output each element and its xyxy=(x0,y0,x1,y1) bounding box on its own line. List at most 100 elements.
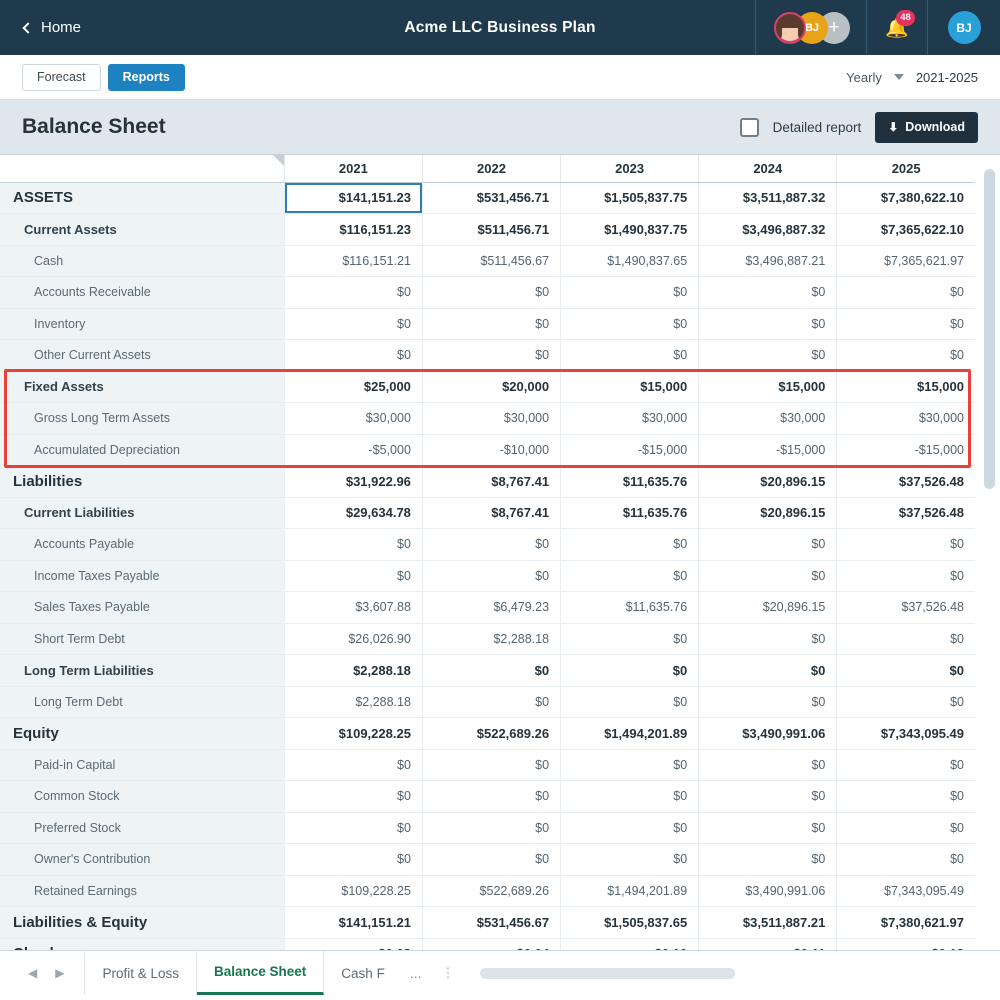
table-cell[interactable]: $30,000 xyxy=(836,402,975,435)
table-cell[interactable]: $29,634.78 xyxy=(283,497,423,529)
row-label[interactable]: Other Current Assets xyxy=(0,339,285,372)
row-label[interactable]: Paid-in Capital xyxy=(0,749,285,781)
table-cell[interactable]: $116,151.23 xyxy=(283,213,423,246)
table-cell[interactable]: $0 xyxy=(698,843,837,876)
table-cell[interactable]: $0 xyxy=(560,654,699,687)
table-cell[interactable]: -$15,000 xyxy=(698,434,837,466)
table-cell[interactable]: $0 xyxy=(836,308,975,340)
table-cell[interactable]: $0 xyxy=(421,749,561,781)
table-cell[interactable]: $7,343,095.49 xyxy=(836,875,975,907)
column-header-2021[interactable]: 2021 xyxy=(283,155,423,183)
table-cell[interactable]: $7,380,621.97 xyxy=(836,906,975,939)
horizontal-scrollbar-thumb[interactable] xyxy=(480,967,736,979)
table-cell[interactable]: $37,526.48 xyxy=(836,465,975,498)
caret-left-icon[interactable]: ◀ xyxy=(28,966,37,980)
row-label[interactable]: Cash xyxy=(0,245,285,277)
table-cell[interactable]: $20,896.15 xyxy=(698,465,837,498)
table-cell[interactable]: $25,000 xyxy=(283,371,423,403)
row-label[interactable]: Liabilities xyxy=(0,465,285,498)
detailed-report-label[interactable]: Detailed report xyxy=(773,120,862,135)
date-range-label[interactable]: 2021-2025 xyxy=(916,70,978,85)
table-cell[interactable]: $0 xyxy=(283,339,423,372)
sheet-tab-profit-loss[interactable]: Profit & Loss xyxy=(85,951,197,995)
row-label[interactable]: Preferred Stock xyxy=(0,812,285,844)
table-cell[interactable]: $0 xyxy=(421,654,561,687)
table-cell[interactable]: $0 xyxy=(560,528,699,561)
table-cell[interactable]: $0 xyxy=(836,339,975,372)
period-granularity-select[interactable]: Yearly xyxy=(846,70,904,85)
table-cell[interactable]: $20,896.15 xyxy=(698,591,837,624)
table-cell[interactable]: $3,511,887.32 xyxy=(698,182,837,214)
row-label[interactable]: Accounts Payable xyxy=(0,528,285,561)
table-cell[interactable]: $0 xyxy=(560,276,699,309)
table-cell[interactable]: $11,635.76 xyxy=(560,465,699,498)
table-cell[interactable]: $109,228.25 xyxy=(283,875,423,907)
column-header-2023[interactable]: 2023 xyxy=(560,155,699,183)
selected-cell[interactable]: $141,151.23 xyxy=(283,182,423,214)
table-cell[interactable]: $0.11 xyxy=(698,938,837,950)
table-cell[interactable]: $3,607.88 xyxy=(283,591,423,624)
table-cell[interactable]: $20,896.15 xyxy=(698,497,837,529)
table-cell[interactable]: $0 xyxy=(698,654,837,687)
sheet-tab-balance-sheet[interactable]: Balance Sheet xyxy=(197,951,325,995)
table-cell[interactable]: $37,526.48 xyxy=(836,591,975,624)
table-cell[interactable]: $0 xyxy=(698,749,837,781)
table-cell[interactable]: $0 xyxy=(698,686,837,718)
row-label[interactable]: ASSETS xyxy=(0,182,285,214)
table-cell[interactable]: -$15,000 xyxy=(560,434,699,466)
table-cell[interactable]: $0 xyxy=(698,308,837,340)
table-cell[interactable]: $30,000 xyxy=(698,402,837,435)
row-label[interactable]: Sales Taxes Payable xyxy=(0,591,285,624)
detailed-report-checkbox[interactable] xyxy=(739,117,759,137)
table-cell[interactable]: $0 xyxy=(283,308,423,340)
table-cell[interactable]: $11,635.76 xyxy=(560,497,699,529)
table-cell[interactable]: $0 xyxy=(836,560,975,592)
table-cell[interactable]: $7,343,095.49 xyxy=(836,717,975,750)
table-cell[interactable]: $3,496,887.21 xyxy=(698,245,837,277)
reports-tab[interactable]: Reports xyxy=(107,63,185,91)
table-cell[interactable]: $0 xyxy=(698,780,837,813)
table-cell[interactable]: $0.02 xyxy=(283,938,423,950)
table-cell[interactable]: $0 xyxy=(698,276,837,309)
table-cell[interactable]: $0 xyxy=(421,308,561,340)
table-cell[interactable]: $0 xyxy=(836,780,975,813)
row-label[interactable]: Income Taxes Payable xyxy=(0,560,285,592)
table-cell[interactable]: $0 xyxy=(698,560,837,592)
table-cell[interactable]: $0 xyxy=(560,339,699,372)
column-header-2025[interactable]: 2025 xyxy=(836,155,975,183)
column-header-2024[interactable]: 2024 xyxy=(698,155,837,183)
table-cell[interactable]: $0 xyxy=(421,686,561,718)
table-cell[interactable]: $2,288.18 xyxy=(283,686,423,718)
table-cell[interactable]: $531,456.67 xyxy=(421,906,561,939)
table-cell[interactable]: $0 xyxy=(283,780,423,813)
table-cell[interactable]: $7,365,622.10 xyxy=(836,213,975,246)
table-cell[interactable]: $0.13 xyxy=(836,938,975,950)
table-cell[interactable]: $30,000 xyxy=(283,402,423,435)
row-label[interactable]: Owner's Contribution xyxy=(0,843,285,876)
row-label[interactable]: Liabilities & Equity xyxy=(0,906,285,939)
row-label[interactable]: Check xyxy=(0,938,285,950)
row-label[interactable]: Inventory xyxy=(0,308,285,340)
forecast-tab[interactable]: Forecast xyxy=(22,63,101,91)
table-corner-cell[interactable] xyxy=(0,155,285,183)
table-cell[interactable]: $30,000 xyxy=(421,402,561,435)
table-cell[interactable]: $3,490,991.06 xyxy=(698,875,837,907)
table-cell[interactable]: $0 xyxy=(560,843,699,876)
table-cell[interactable]: $0 xyxy=(698,812,837,844)
home-back-link[interactable]: Home xyxy=(0,19,81,36)
table-cell[interactable]: $0 xyxy=(698,623,837,655)
table-cell[interactable]: $0 xyxy=(283,749,423,781)
horizontal-scrollbar[interactable] xyxy=(466,951,1000,995)
table-cell[interactable]: $30,000 xyxy=(560,402,699,435)
table-cell[interactable]: $2,288.18 xyxy=(283,654,423,687)
table-cell[interactable]: $20,000 xyxy=(421,371,561,403)
table-cell[interactable]: $531,456.71 xyxy=(421,182,561,214)
table-cell[interactable]: $0 xyxy=(836,749,975,781)
table-cell[interactable]: $522,689.26 xyxy=(421,875,561,907)
table-cell[interactable]: $0 xyxy=(283,812,423,844)
table-cell[interactable]: $116,151.21 xyxy=(283,245,423,277)
row-label[interactable]: Accumulated Depreciation xyxy=(0,434,285,466)
table-cell[interactable]: $0 xyxy=(560,686,699,718)
table-cell[interactable]: $0 xyxy=(421,843,561,876)
sheet-tabs-overflow[interactable]: ... xyxy=(402,951,430,995)
